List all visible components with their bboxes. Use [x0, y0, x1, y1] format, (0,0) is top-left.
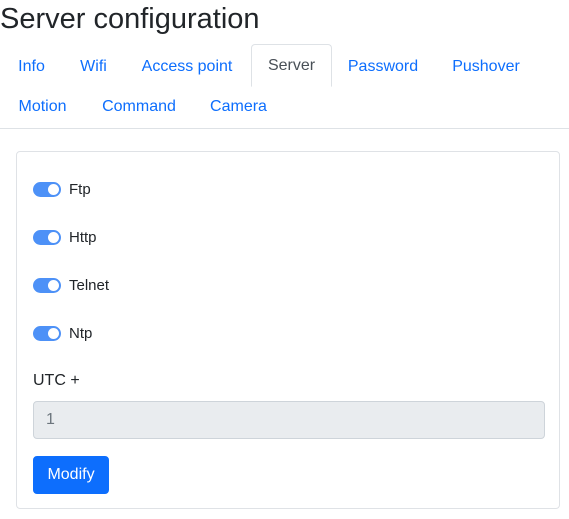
tab-command[interactable]: Command — [91, 86, 187, 127]
ntp-switch-row[interactable]: Ntp — [33, 321, 92, 345]
page-title: Server configuration — [0, 3, 260, 35]
utc-offset-label: UTC + — [33, 372, 80, 389]
tab-bar: Info Wifi Access point Server Password P… — [0, 44, 569, 129]
telnet-toggle-switch[interactable] — [33, 277, 61, 293]
http-switch-row[interactable]: Http — [33, 225, 97, 249]
tab-server[interactable]: Server — [251, 44, 332, 87]
tab-motion[interactable]: Motion — [4, 86, 81, 127]
ntp-switch-label: Ntp — [69, 324, 93, 342]
tab-access-point[interactable]: Access point — [128, 46, 246, 87]
tab-password[interactable]: Password — [337, 46, 429, 87]
switch-knob — [48, 327, 59, 339]
telnet-switch-label: Telnet — [69, 276, 110, 294]
modify-button[interactable]: Modify — [33, 456, 109, 494]
switch-knob — [48, 279, 59, 291]
tab-pushover[interactable]: Pushover — [438, 46, 534, 87]
switch-knob — [48, 183, 59, 195]
tab-info[interactable]: Info — [4, 46, 59, 87]
server-settings-card: Ftp Http Telnet Ntp UTC + Modify — [16, 151, 560, 509]
ntp-toggle-switch[interactable] — [33, 325, 61, 341]
tab-camera[interactable]: Camera — [197, 86, 280, 127]
http-switch-label: Http — [69, 228, 97, 246]
ftp-switch-row[interactable]: Ftp — [33, 177, 91, 201]
http-toggle-switch[interactable] — [33, 229, 61, 245]
switch-knob — [48, 231, 59, 243]
ftp-toggle-switch[interactable] — [33, 181, 61, 197]
utc-offset-input[interactable] — [33, 401, 545, 439]
tab-wifi[interactable]: Wifi — [66, 46, 121, 87]
telnet-switch-row[interactable]: Telnet — [33, 273, 109, 297]
ftp-switch-label: Ftp — [69, 180, 91, 198]
